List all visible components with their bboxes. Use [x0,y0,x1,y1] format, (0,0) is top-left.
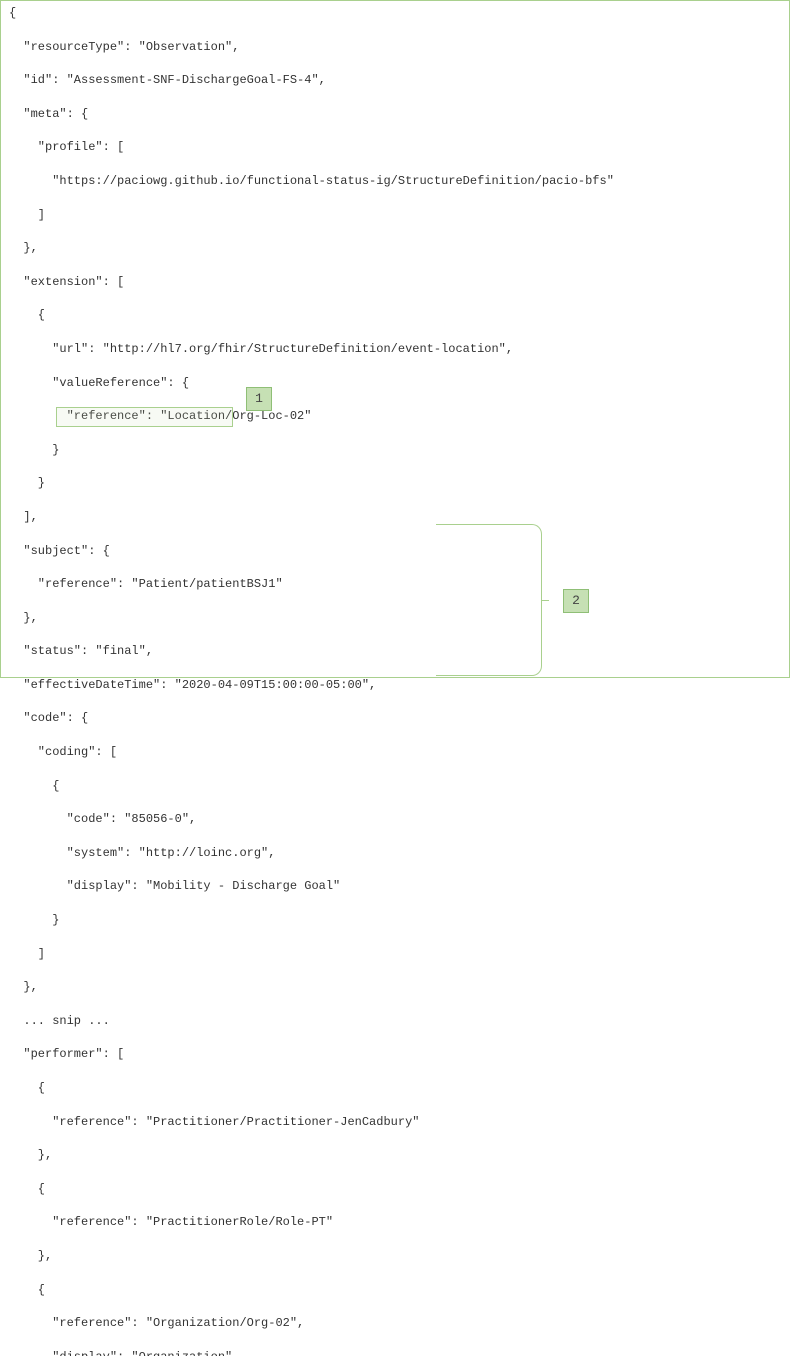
code-line: "reference": "Organization/Org-02", [9,1315,781,1332]
code-line: "https://paciowg.github.io/functional-st… [9,173,781,190]
brace-performer [436,524,542,676]
code-line: "reference": "Location/Org-Loc-02" [9,408,781,425]
code-line: "performer": [ [9,1046,781,1063]
code-line: "valueReference": { [9,375,781,392]
code-line: "status": "final", [9,643,781,660]
code-line: "extension": [ [9,274,781,291]
code-line: "url": "http://hl7.org/fhir/StructureDef… [9,341,781,358]
json-code-panel: { "resourceType": "Observation", "id": "… [0,0,790,678]
code-line: "profile": [ [9,139,781,156]
code-line: { [9,778,781,795]
code-line: "display": "Mobility - Discharge Goal" [9,878,781,895]
code-line: "reference": "Practitioner/Practitioner-… [9,1114,781,1131]
callout-1: 1 [246,387,272,411]
code-line: "coding": [ [9,744,781,761]
code-line: "id": "Assessment-SNF-DischargeGoal-FS-4… [9,72,781,89]
code-line: "meta": { [9,106,781,123]
code-line: ... snip ... [9,1013,781,1030]
code-line: "code": { [9,710,781,727]
code-line: }, [9,1248,781,1265]
code-line: { [9,1080,781,1097]
code-line: "code": "85056-0", [9,811,781,828]
code-line: { [9,307,781,324]
code-line: "effectiveDateTime": "2020-04-09T15:00:0… [9,677,781,694]
code-line: }, [9,1147,781,1164]
code-line: "subject": { [9,543,781,560]
code-line: "resourceType": "Observation", [9,39,781,56]
code-line: ] [9,207,781,224]
code-line: }, [9,240,781,257]
code-block: { "resourceType": "Observation", "id": "… [9,5,781,1356]
code-line: { [9,1181,781,1198]
code-line: { [9,5,781,22]
code-line: } [9,442,781,459]
code-line: "reference": "Patient/patientBSJ1" [9,576,781,593]
code-line: } [9,912,781,929]
code-line: ] [9,946,781,963]
code-line: }, [9,979,781,996]
code-line: { [9,1282,781,1299]
code-line: "reference": "PractitionerRole/Role-PT" [9,1214,781,1231]
code-line: "system": "http://loinc.org", [9,845,781,862]
code-line: }, [9,610,781,627]
callout-2: 2 [563,589,589,613]
code-line: } [9,475,781,492]
code-line: ], [9,509,781,526]
code-line: "display": "Organization" [9,1349,781,1356]
